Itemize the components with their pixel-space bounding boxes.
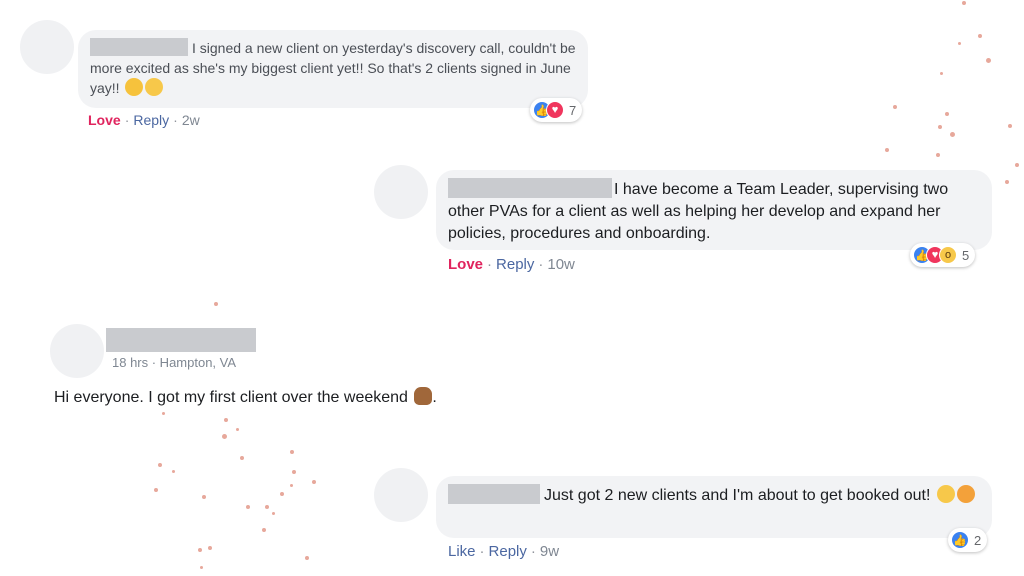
avatar[interactable] [20, 20, 74, 74]
wow-reaction-icon: o [939, 246, 957, 264]
comment-actions: Like · Reply · 9w [448, 543, 560, 560]
post-text: Hi everyone. I got my first client over … [54, 389, 408, 406]
comment-bubble: I have become a Team Leader, supervising… [436, 170, 992, 250]
smiling-hearts-emoji [956, 485, 975, 503]
comment-time[interactable]: 2w [182, 112, 200, 128]
love-button[interactable]: Love [448, 256, 483, 273]
reply-button[interactable]: Reply [489, 543, 527, 560]
raised-hands-emoji [414, 387, 433, 405]
comment-time[interactable]: 9w [540, 543, 559, 560]
post-body: Hi everyone. I got my first client over … [54, 387, 437, 407]
avatar[interactable] [50, 324, 104, 378]
grinning-face-emoji [936, 485, 955, 503]
reaction-count: 2 [974, 532, 982, 548]
grinning-face-emoji [145, 78, 164, 96]
redacted-name [448, 178, 612, 198]
reply-button[interactable]: Reply [496, 256, 534, 273]
avatar[interactable] [374, 165, 428, 219]
post-meta: 18 hrs · Hampton, VA [112, 355, 237, 370]
party-face-emoji [125, 78, 144, 96]
love-button[interactable]: Love [88, 112, 121, 128]
reaction-summary[interactable]: 👍 ♥ 7 [530, 98, 583, 122]
reaction-count: 5 [962, 247, 970, 263]
avatar[interactable] [374, 468, 428, 522]
redacted-author-name[interactable] [106, 328, 256, 352]
like-button[interactable]: Like [448, 543, 476, 560]
comment-bubble: I signed a new client on yesterday's dis… [78, 30, 588, 108]
post-end-punctuation: . [432, 389, 437, 406]
comment-time[interactable]: 10w [547, 256, 575, 273]
like-reaction-icon: 👍 [951, 531, 969, 549]
reply-button[interactable]: Reply [133, 112, 169, 128]
comment-bubble: Just got 2 new clients and I'm about to … [436, 476, 992, 538]
redacted-name [90, 38, 188, 56]
redacted-name [448, 484, 540, 504]
reaction-summary[interactable]: 👍 ♥ o 5 [910, 243, 976, 267]
reaction-count: 7 [569, 102, 577, 118]
love-reaction-icon: ♥ [546, 101, 564, 119]
comment-actions: Love · Reply · 2w [88, 112, 200, 128]
comment-text: Just got 2 new clients and I'm about to … [544, 487, 931, 504]
comment-actions: Love · Reply · 10w [448, 256, 575, 273]
reaction-summary[interactable]: 👍 2 [948, 528, 988, 552]
